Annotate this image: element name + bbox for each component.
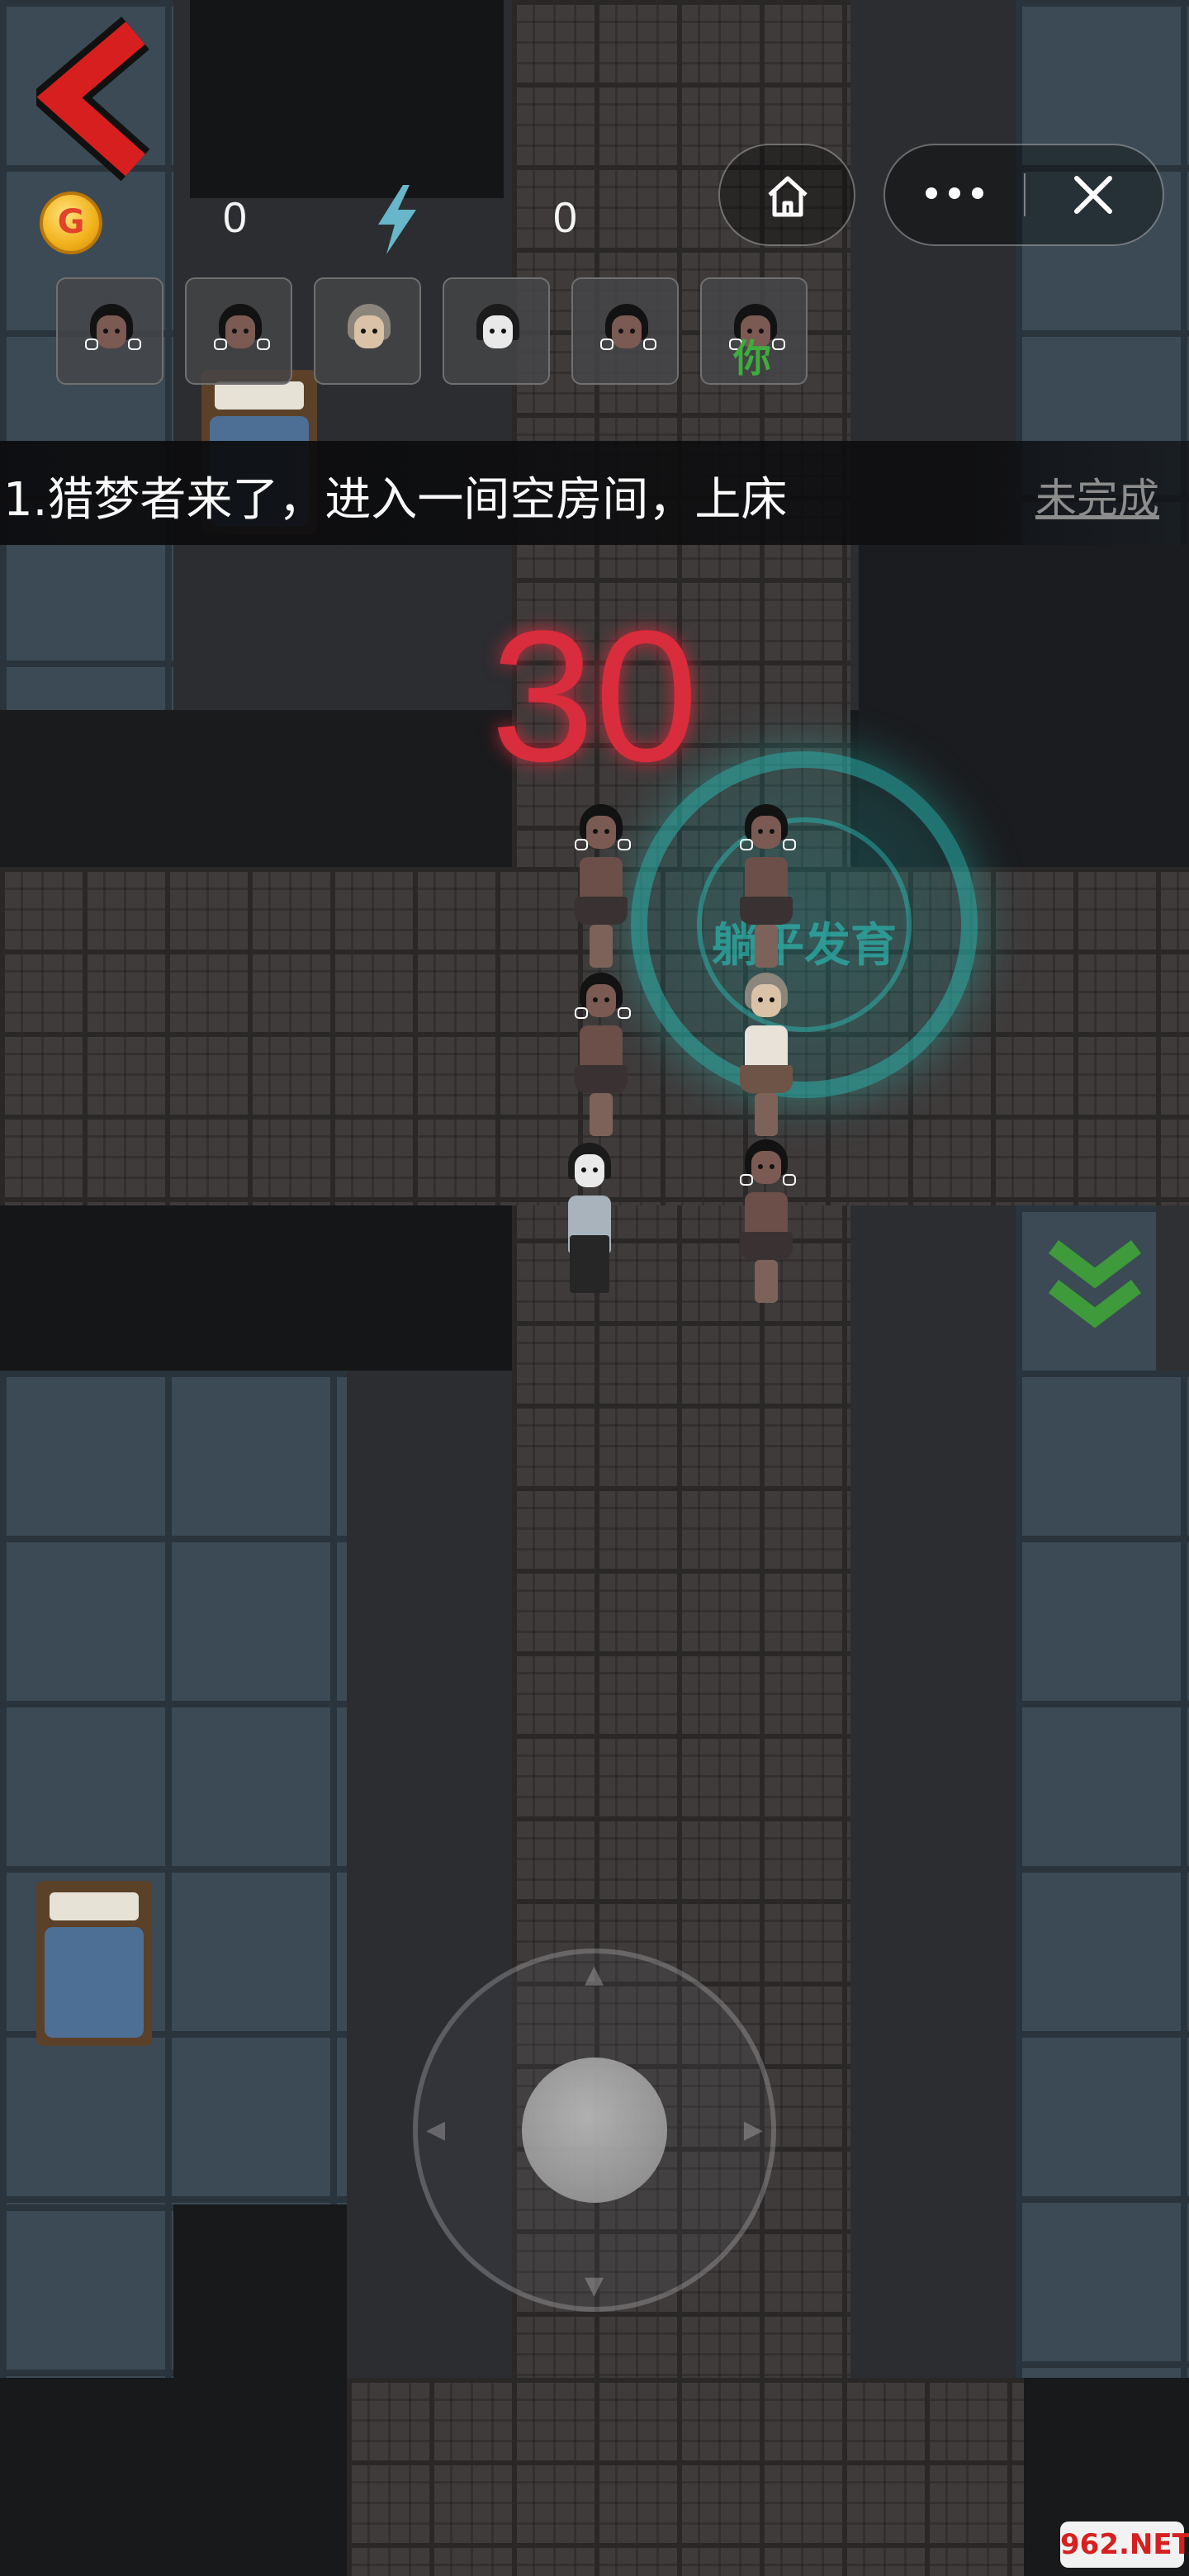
girl-face-icon	[600, 304, 656, 357]
corridor-bottom	[347, 2378, 1024, 2576]
player-avatar-you: 你	[700, 277, 808, 385]
stamp-seal-text: 躺平发育	[712, 919, 897, 973]
wall-block	[850, 1205, 1016, 2378]
player-sprite-you	[733, 1139, 799, 1305]
coin-count: 0	[223, 194, 247, 242]
countdown-timer: 30	[490, 591, 699, 800]
joystick-knob[interactable]	[522, 2057, 667, 2203]
player-avatar-granny	[314, 277, 421, 385]
close-button[interactable]	[1026, 145, 1163, 244]
sprite-legs	[590, 925, 613, 968]
player-avatar-girl	[56, 277, 163, 385]
back-button[interactable]	[26, 17, 160, 182]
more-dots-icon	[926, 187, 983, 199]
joystick-up-arrow: ▲	[585, 1960, 604, 1989]
girl-face-icon	[214, 304, 270, 357]
player-sprite-granny	[733, 973, 799, 1138]
more-button[interactable]	[885, 145, 1026, 244]
girl-face-icon	[85, 304, 141, 357]
double-chevron-down-icon	[1048, 1240, 1142, 1328]
sprite-skirt	[740, 1232, 793, 1260]
bed-pillow	[215, 381, 304, 410]
sprite-head	[565, 1143, 614, 1196]
sprite-skirt	[740, 1065, 793, 1093]
room-bottom-right	[1016, 1205, 1189, 2378]
virtual-joystick[interactable]: ▲ ▼ ◀ ▶	[413, 1949, 776, 2312]
player-sprite-girl	[568, 804, 634, 969]
sprite-head	[575, 804, 631, 857]
boy-face-icon	[473, 304, 523, 357]
sprite-legs	[755, 925, 778, 968]
sprite-skirt	[575, 1065, 628, 1093]
room-bottom-left-nook	[0, 2204, 173, 2378]
joystick-down-arrow: ▼	[585, 2271, 604, 2300]
player-avatar-girl	[571, 277, 679, 385]
sprite-legs	[755, 1260, 778, 1303]
sprite-skirt	[575, 897, 628, 925]
wall-shadow	[190, 0, 504, 198]
player-sprite-girl	[568, 973, 634, 1138]
sprite-legs	[590, 1093, 613, 1136]
gold-coin-icon: G	[40, 192, 102, 254]
bed-blanket	[45, 1927, 144, 2038]
player-sprite-girl	[733, 804, 799, 969]
room-bottom-left	[0, 1371, 347, 2204]
wall-shadow	[0, 1205, 512, 1371]
bed-pillow	[50, 1892, 139, 1920]
player-avatar-boy	[443, 277, 550, 385]
exit-marker[interactable]	[1021, 1214, 1169, 1362]
stamp-seal: 躺平发育	[631, 751, 978, 1098]
sprite-legs	[755, 1093, 778, 1136]
coin-glyph: G	[57, 203, 85, 241]
sprite-head	[740, 1139, 796, 1192]
player-avatar-girl	[185, 277, 292, 385]
site-watermark: 962.NET	[1060, 2522, 1189, 2568]
you-label: 你	[733, 336, 771, 381]
back-arrow-icon	[26, 17, 150, 182]
home-icon	[768, 176, 808, 217]
joystick-left-arrow: ◀	[426, 2115, 446, 2144]
sprite-head	[740, 804, 796, 857]
sprite-skirt	[740, 897, 793, 925]
task-text: 1.猎梦者来了，进入一间空房间，上床	[3, 473, 788, 527]
lightning-icon	[378, 185, 416, 254]
task-bar[interactable]: 1.猎梦者来了，进入一间空房间，上床 未完成	[0, 441, 1189, 545]
sprite-head	[741, 973, 791, 1025]
wall-shadow	[0, 710, 512, 867]
energy-count: 0	[553, 194, 577, 242]
sprite-pants	[570, 1235, 609, 1293]
close-icon	[1074, 176, 1112, 214]
bed[interactable]	[36, 1881, 152, 2046]
player-sprite-boy	[557, 1143, 623, 1308]
joystick-right-arrow: ▶	[743, 2115, 763, 2144]
home-button[interactable]	[718, 144, 855, 246]
capsule-menu[interactable]	[883, 144, 1164, 246]
sprite-head	[575, 973, 631, 1025]
task-status[interactable]: 未完成	[1035, 466, 1159, 525]
granny-face-icon	[344, 304, 394, 357]
